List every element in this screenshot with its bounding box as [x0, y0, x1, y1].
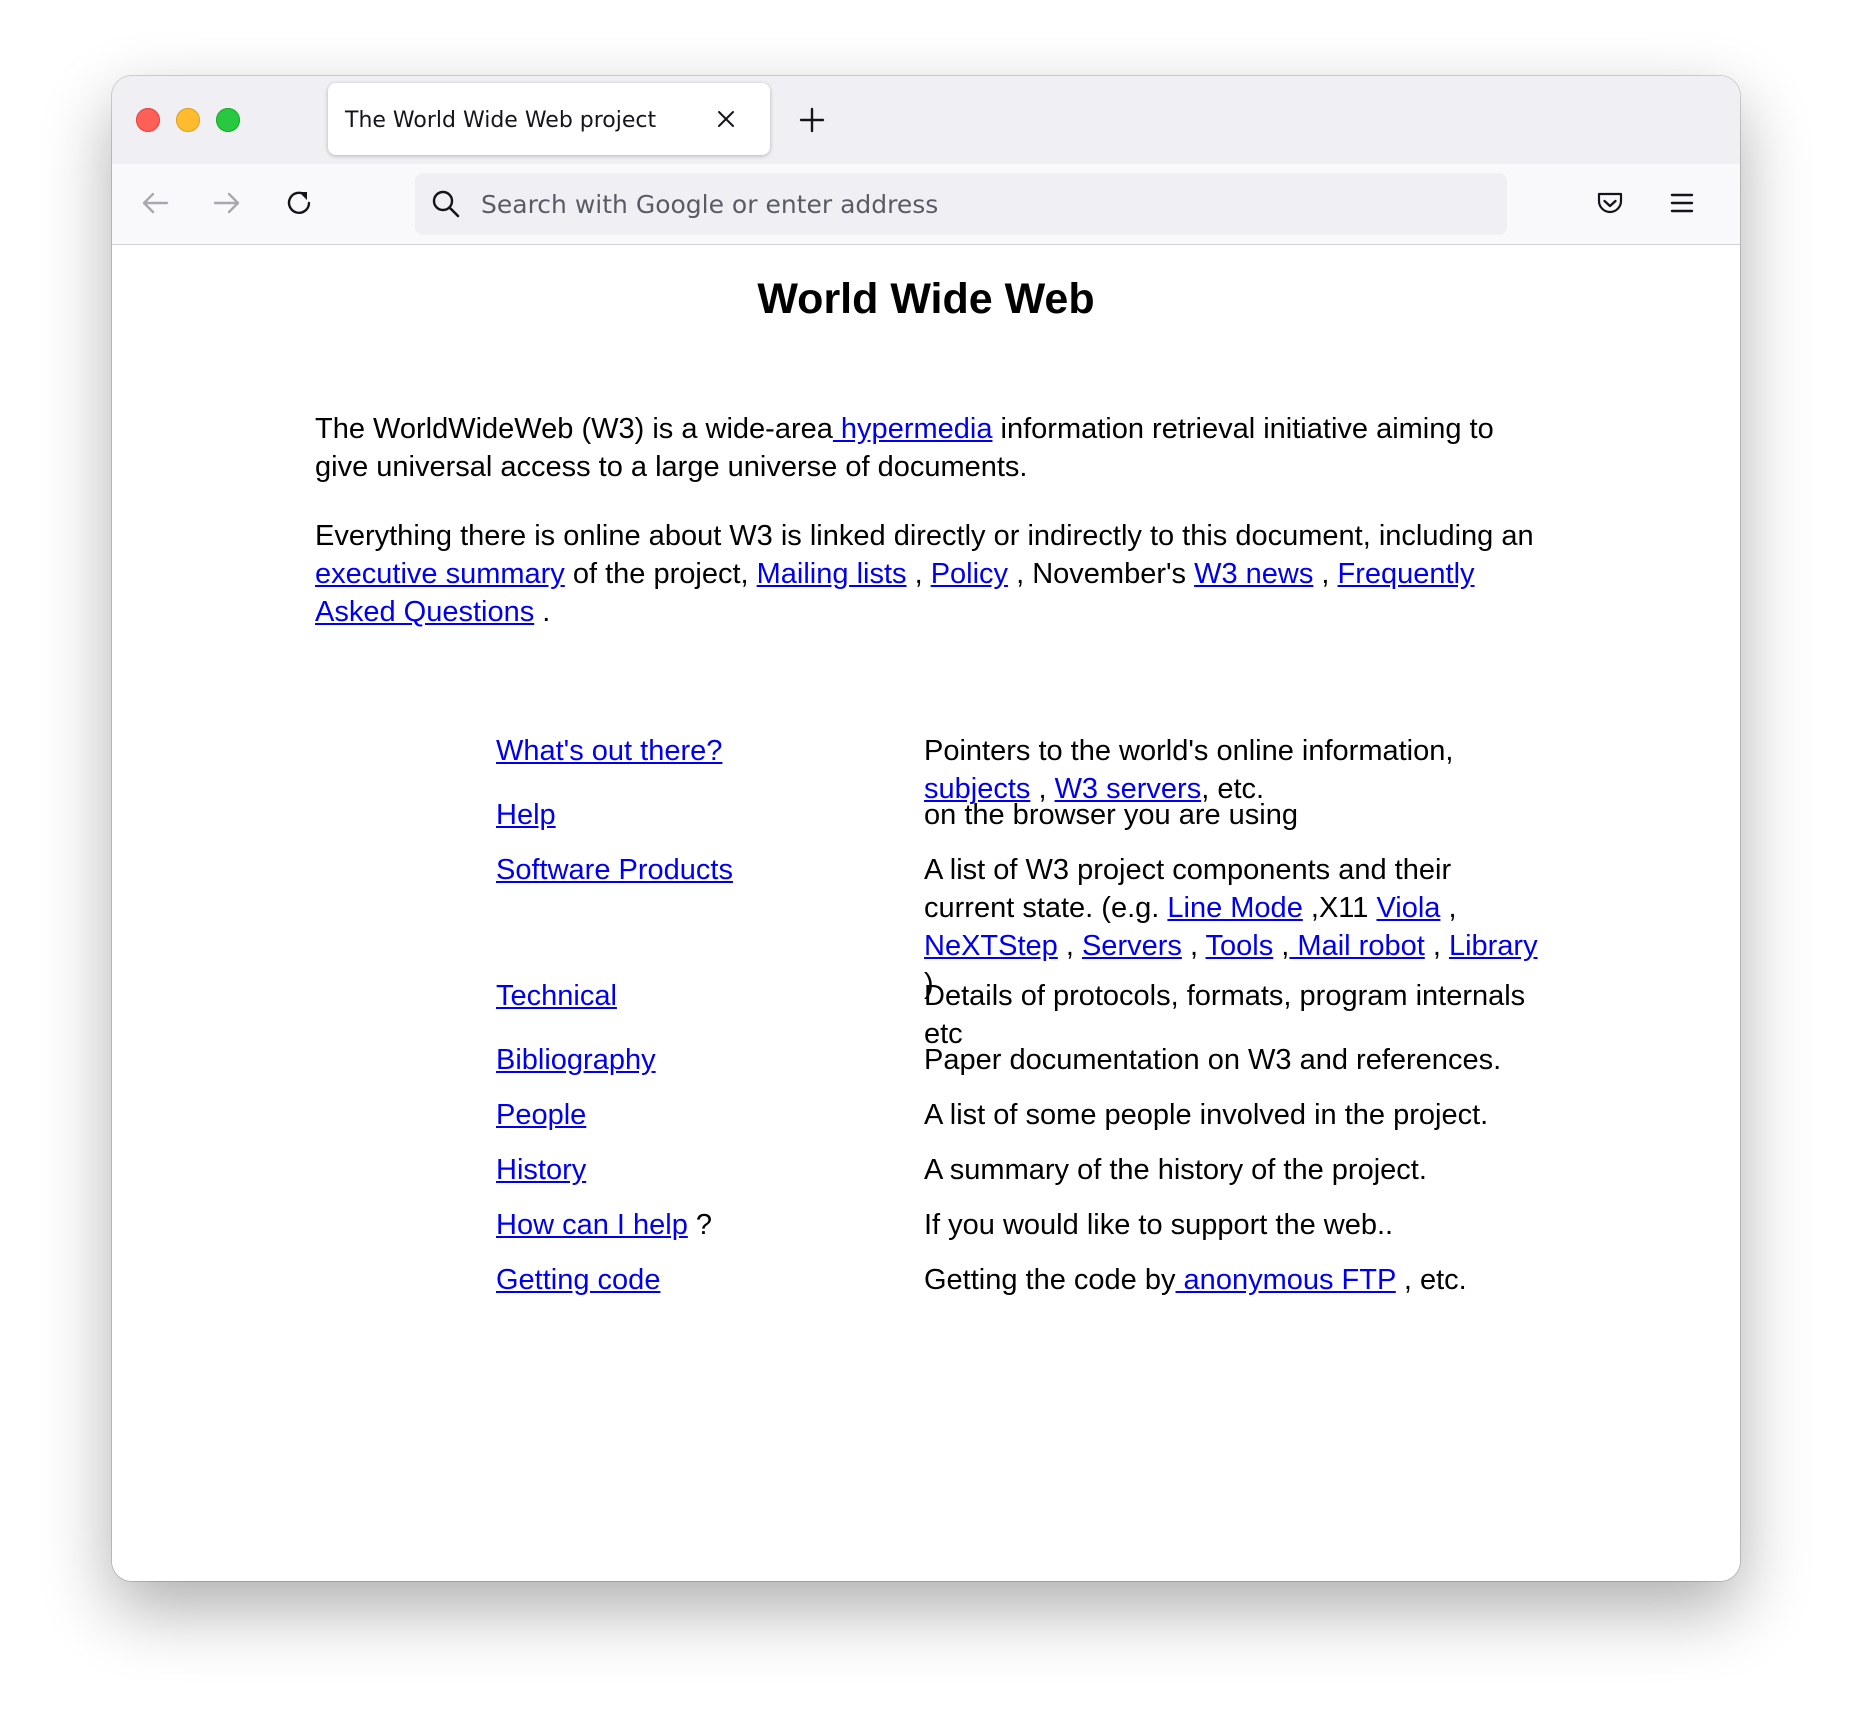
page-heading: World Wide Web: [757, 275, 1095, 323]
overview-text: , November's: [1008, 558, 1195, 590]
link-technical[interactable]: Technical: [496, 980, 617, 1012]
link-mail-robot[interactable]: Mail robot: [1289, 930, 1424, 962]
link-nextstep[interactable]: NeXTStep: [924, 930, 1058, 962]
question-mark: ?: [687, 1209, 713, 1241]
page-content: World Wide Web The WorldWideWeb (W3) is …: [112, 245, 1740, 1581]
link-library[interactable]: Library: [1449, 930, 1538, 962]
overview-paragraph: Everything there is online about W3 is l…: [315, 517, 1545, 631]
link-line-mode[interactable]: Line Mode: [1167, 892, 1302, 924]
tab-bar: The World Wide Web project: [112, 76, 1740, 164]
item-description: A summary of the history of the project.: [924, 1154, 1427, 1186]
overview-text: ,: [906, 558, 931, 590]
search-icon: [432, 190, 460, 218]
url-input[interactable]: [481, 173, 1481, 235]
link-history[interactable]: History: [496, 1154, 586, 1186]
tab-title: The World Wide Web project: [345, 108, 657, 133]
link-how-can-i-help[interactable]: How can I help: [496, 1209, 688, 1241]
hamburger-menu-icon[interactable]: [1665, 186, 1699, 220]
plus-icon[interactable]: [798, 106, 826, 134]
arrow-left-icon[interactable]: [138, 186, 172, 220]
intro-paragraph: The WorldWideWeb (W3) is a wide-area hyp…: [315, 410, 1545, 486]
reload-icon[interactable]: [282, 186, 316, 220]
link-mailing-lists[interactable]: Mailing lists: [757, 558, 907, 590]
link-people[interactable]: People: [496, 1099, 586, 1131]
link-policy[interactable]: Policy: [931, 558, 1008, 590]
item-description: Paper documentation on W3 and references…: [924, 1044, 1502, 1076]
item-description: A list of some people involved in the pr…: [924, 1099, 1489, 1131]
arrow-right-icon[interactable]: [210, 186, 244, 220]
link-anonymous-ftp[interactable]: anonymous FTP: [1176, 1264, 1396, 1296]
address-bar[interactable]: [415, 173, 1507, 235]
link-hypermedia[interactable]: hypermedia: [833, 413, 993, 445]
link-software-products[interactable]: Software Products: [496, 854, 733, 886]
link-whats-out-there[interactable]: What's out there?: [496, 735, 722, 767]
link-w3-news[interactable]: W3 news: [1194, 558, 1313, 590]
item-description: on the browser you are using: [924, 799, 1298, 831]
browser-window: The World Wide Web project Search with G…: [112, 76, 1740, 1581]
link-help[interactable]: Help: [496, 799, 556, 831]
intro-text: The WorldWideWeb (W3) is a wide-area: [315, 413, 833, 445]
zoom-window-button[interactable]: [216, 108, 240, 132]
link-viola[interactable]: Viola: [1376, 892, 1440, 924]
link-getting-code[interactable]: Getting code: [496, 1264, 660, 1296]
overview-text: Everything there is online about W3 is l…: [315, 520, 1534, 552]
link-executive-summary[interactable]: executive summary: [315, 558, 565, 590]
overview-text: ,: [1313, 558, 1338, 590]
pocket-icon[interactable]: [1593, 186, 1627, 220]
item-description: If you would like to support the web..: [924, 1209, 1394, 1241]
tab-world-wide-web[interactable]: The World Wide Web project: [328, 83, 770, 155]
link-tools[interactable]: Tools: [1206, 930, 1274, 962]
minimize-window-button[interactable]: [176, 108, 200, 132]
close-window-button[interactable]: [136, 108, 160, 132]
link-bibliography[interactable]: Bibliography: [496, 1044, 656, 1076]
navigation-toolbar: [112, 164, 1740, 245]
close-icon[interactable]: [716, 109, 736, 129]
overview-text: of the project,: [564, 558, 757, 590]
item-description: Getting the code by anonymous FTP , etc.: [924, 1264, 1467, 1296]
overview-text: .: [534, 596, 551, 628]
link-servers[interactable]: Servers: [1082, 930, 1182, 962]
